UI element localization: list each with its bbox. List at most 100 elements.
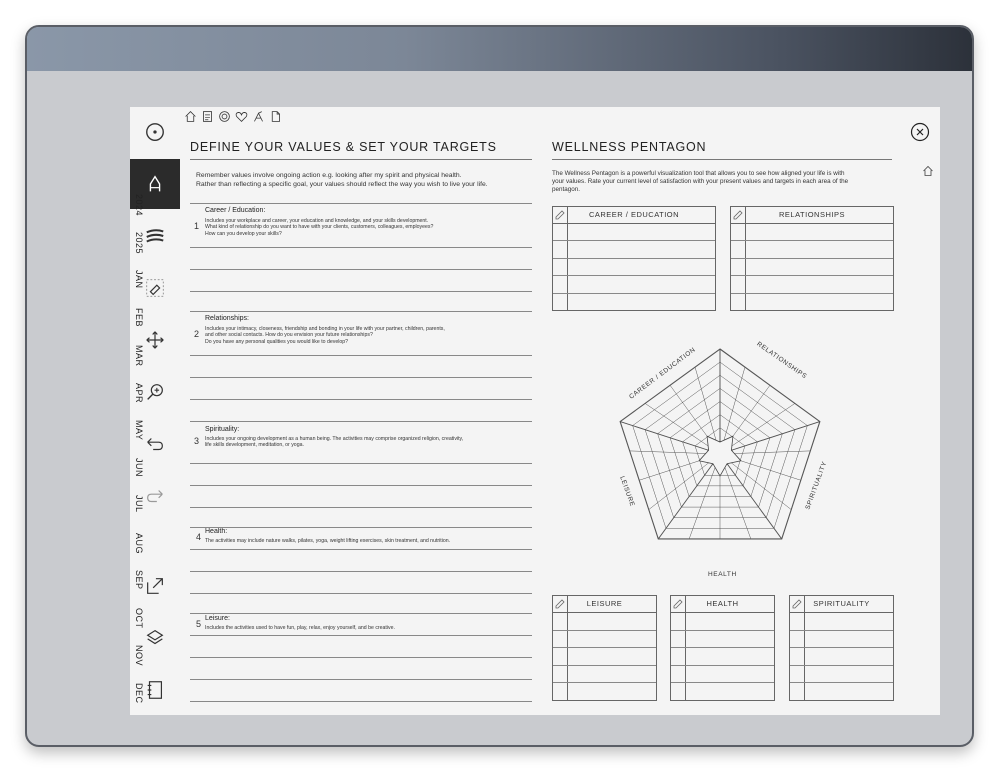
table-row-line [790, 682, 893, 684]
pencil-icon [555, 599, 565, 609]
writing-line[interactable] [190, 701, 532, 702]
writing-line[interactable] [190, 571, 532, 572]
month-link-feb[interactable]: FEB [130, 308, 144, 327]
table-row-line [553, 664, 656, 666]
table-row-line [731, 257, 893, 259]
goals-link[interactable] [252, 110, 265, 123]
pencil-icon [792, 599, 802, 609]
table-header: HEALTH [671, 596, 774, 613]
writing-line[interactable] [190, 507, 532, 508]
pentagon-center-star [698, 435, 742, 477]
device-top-bar [27, 27, 972, 71]
table-leisure[interactable]: LEISURE [552, 595, 657, 701]
tablet-device: DEFINE YOUR VALUES & SET YOUR TARGETS Re… [25, 25, 974, 747]
writing-line[interactable] [190, 291, 532, 292]
desc-line: life skills development, meditation, or … [205, 442, 304, 449]
writing-line[interactable] [190, 657, 532, 658]
table-row-line [731, 240, 893, 242]
intro-line: The Wellness Pentagon is a powerful visu… [552, 170, 845, 177]
year-link-2025[interactable]: 2025 [130, 232, 144, 254]
writing-line[interactable] [190, 247, 532, 248]
target-link[interactable] [218, 110, 231, 123]
home-link[interactable] [184, 110, 197, 123]
heart-link[interactable] [235, 110, 248, 123]
table-health[interactable]: HEALTH [670, 595, 775, 701]
writing-line[interactable] [190, 355, 532, 356]
month-link-apr[interactable]: APR [130, 383, 144, 403]
desc-line: The activities may include nature walks,… [205, 538, 451, 544]
intro-line: Rather than reflecting a specific goal, … [196, 180, 488, 188]
zoom-in-icon [147, 384, 163, 400]
home-icon [185, 111, 196, 122]
table-row-line [553, 275, 715, 277]
writing-line[interactable] [190, 485, 532, 486]
close-button[interactable] [910, 122, 930, 142]
close-icon [910, 122, 930, 142]
divider [190, 159, 532, 160]
left-intro: Remember values involve ongoing action e… [196, 172, 488, 189]
writing-line[interactable] [190, 311, 532, 312]
desc-line: Includes the activities used to have fun… [205, 625, 395, 631]
home-icon [923, 165, 933, 176]
layers-icon [146, 629, 164, 645]
question-number: 3 [194, 436, 200, 446]
table-header: RELATIONSHIPS [731, 207, 893, 224]
question-title: Relationships: [205, 315, 249, 322]
left-page-title: DEFINE YOUR VALUES & SET YOUR TARGETS [190, 140, 497, 154]
month-link-dec[interactable]: DEC [130, 683, 144, 704]
month-link-jul[interactable]: JUL [130, 495, 144, 513]
home-nav-button[interactable] [922, 164, 934, 176]
brush-stroke-icon [146, 229, 164, 243]
notebook-icon [147, 681, 163, 699]
table-header: CAREER / EDUCATION [553, 207, 715, 224]
document-icon [271, 111, 280, 122]
writing-line[interactable] [190, 593, 532, 594]
target-icon [219, 111, 230, 122]
table-relationships[interactable]: RELATIONSHIPS [730, 206, 894, 311]
month-link-may[interactable]: MAY [130, 420, 144, 440]
month-link-sep[interactable]: SEP [130, 570, 144, 590]
writing-line[interactable] [190, 269, 532, 270]
month-link-nov[interactable]: NOV [130, 645, 144, 666]
question-description: The activities may include nature walks,… [205, 538, 525, 544]
writing-line[interactable] [190, 399, 532, 400]
writing-line[interactable] [190, 421, 532, 422]
heart-icon [235, 112, 248, 122]
writing-line[interactable] [190, 679, 532, 680]
writing-line[interactable] [190, 635, 532, 636]
document-link[interactable] [269, 110, 282, 123]
writing-line[interactable] [190, 463, 532, 464]
goals-icon [254, 111, 263, 122]
table-row-line [671, 647, 774, 649]
intro-line: your values. Rate your current level of … [552, 178, 849, 185]
question-number: 2 [194, 329, 200, 339]
month-link-jun[interactable]: JUN [130, 458, 144, 477]
table-career-education[interactable]: CAREER / EDUCATION [552, 206, 716, 311]
table-row-line [671, 664, 774, 666]
intro-line: pentagon. [552, 186, 581, 193]
pencil-icon [733, 210, 743, 220]
writing-line[interactable] [190, 527, 532, 528]
question-title: Leisure: [205, 615, 230, 622]
pencil-icon [673, 599, 683, 609]
tablet-screen: DEFINE YOUR VALUES & SET YOUR TARGETS Re… [130, 107, 940, 715]
table-spirituality[interactable]: SPIRITUALITY [789, 595, 894, 701]
menu-button[interactable] [130, 107, 180, 157]
month-link-aug[interactable]: AUG [130, 533, 144, 554]
writing-line[interactable] [190, 377, 532, 378]
writing-line[interactable] [190, 203, 532, 204]
eraser-icon [146, 279, 164, 297]
table-row-line [671, 682, 774, 684]
month-link-oct[interactable]: OCT [130, 608, 144, 629]
question-description: Includes your workplace and career, your… [205, 218, 525, 237]
table-row-line [790, 664, 893, 666]
writing-line[interactable] [190, 549, 532, 550]
clipboard-link[interactable] [201, 110, 214, 123]
undo-icon [147, 438, 163, 451]
month-link-jan[interactable]: JAN [130, 270, 144, 289]
year-link-2024[interactable]: 2024 [130, 194, 144, 216]
writing-line[interactable] [190, 613, 532, 614]
question-title: Spirituality: [205, 426, 240, 433]
pentagon-spoke [719, 421, 820, 455]
month-link-mar[interactable]: MAR [130, 345, 144, 367]
